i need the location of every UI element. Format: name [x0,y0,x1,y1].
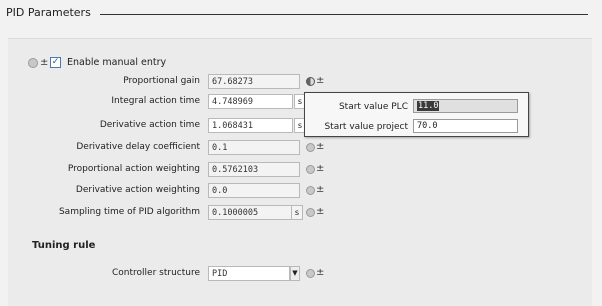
derivative-action-time-field[interactable]: 1.068431 [208,118,293,133]
param-row-sampling-time: Sampling time of PID algorithm 0.1000005… [0,205,350,221]
param-row-proportional-gain: Proportional gain 67.68273 ± [0,74,350,90]
status-dot-icon [306,185,315,195]
param-row-proportional-action-weighting: Proportional action weighting 0.5762103 … [0,162,350,178]
start-value-plc-value: 11.0 [417,101,440,111]
param-label: Derivative action weighting [75,185,200,195]
section-title: PID Parameters [6,6,91,19]
status-dot-icon [306,164,315,174]
plus-minus-icon[interactable]: ± [316,142,324,152]
integral-action-time-field[interactable]: 4.748969 [208,94,293,109]
proportional-gain-field[interactable]: 67.68273 [208,74,300,89]
status: ± [306,164,324,174]
status-dot-icon [306,207,315,217]
start-value-project-label: Start value project [324,122,408,132]
checkmark-icon: ✓ [51,57,60,67]
derivative-delay-field[interactable]: 0.1 [208,140,300,155]
param-label: Derivative delay coefficient [76,142,200,152]
sampling-time-field[interactable]: 0.1000005 [208,205,293,220]
status-dot-icon [306,76,315,86]
plus-minus-icon[interactable]: ± [316,185,324,195]
plus-minus-icon[interactable]: ± [316,268,324,278]
status: ± [306,185,324,195]
status-dot-icon [306,142,315,152]
param-label: Proportional gain [123,76,200,86]
manual-entry-label: Enable manual entry [67,57,167,68]
plus-minus-icon[interactable]: ± [316,76,324,86]
chevron-down-icon[interactable]: ▼ [290,266,300,281]
param-label: Sampling time of PID algorithm [58,207,200,217]
start-value-project-field[interactable]: 70.0 [413,119,518,133]
plus-minus-icon[interactable]: ± [316,164,324,174]
param-label: Integral action time [111,96,200,106]
plus-minus-icon[interactable]: ± [40,57,48,68]
manual-entry-checkbox[interactable]: ✓ [50,57,61,68]
manual-entry-row: ± ✓ Enable manual entry [28,56,166,69]
status: ± [306,142,324,152]
status-dot-icon [306,268,315,278]
param-label: Derivative action time [99,120,200,130]
status-dot-icon [28,57,38,68]
controller-structure-label: Controller structure [112,268,200,278]
controller-structure-select[interactable]: PID [208,266,290,281]
section-divider [100,14,588,15]
controller-structure-row: Controller structure PID ▼ ± [0,266,350,282]
derivative-weighting-field[interactable]: 0.0 [208,183,300,198]
unit-label: s [291,205,303,220]
status: ± [306,76,324,86]
param-label: Proportional action weighting [67,164,200,174]
plus-minus-icon[interactable]: ± [316,207,324,217]
param-row-derivative-action-weighting: Derivative action weighting 0.0 ± [0,183,350,199]
start-value-plc-field: 11.0 [413,99,518,113]
status: ± [306,268,324,278]
start-value-popup: Start value PLC 11.0 Start value project… [304,92,529,137]
start-value-plc-label: Start value PLC [338,102,408,112]
param-row-derivative-delay-coefficient: Derivative delay coefficient 0.1 ± [0,140,350,156]
tuning-rule-heading: Tuning rule [32,240,96,251]
proportional-weighting-field[interactable]: 0.5762103 [208,162,300,177]
param-row-derivative-action-time: Derivative action time 1.068431 s [0,118,350,134]
status: ± [306,207,324,217]
param-row-integral-action-time: Integral action time 4.748969 s [0,94,350,110]
